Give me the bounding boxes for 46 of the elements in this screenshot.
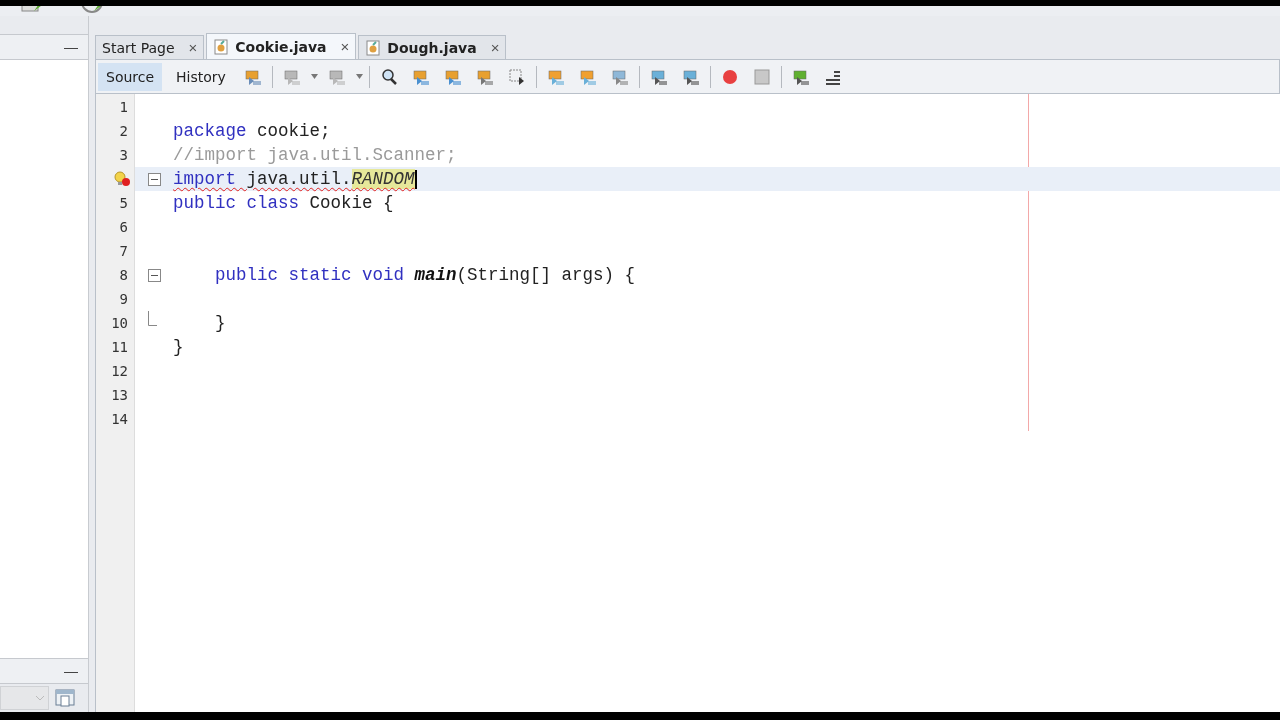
code-line: import java.util.RANDOM bbox=[173, 168, 417, 190]
tab-label: Cookie.java bbox=[235, 38, 327, 55]
line-number: 7 bbox=[119, 243, 128, 259]
view-button[interactable]: Source bbox=[98, 62, 163, 91]
code-line: //import java.util.Scanner; bbox=[173, 144, 457, 166]
line-number: 6 bbox=[119, 219, 128, 235]
line-number: 13 bbox=[111, 387, 128, 403]
stop-icon[interactable] bbox=[752, 67, 771, 86]
minimize-button[interactable]: — bbox=[62, 39, 80, 55]
file-icon bbox=[365, 39, 382, 56]
line-number: 14 bbox=[111, 411, 128, 427]
code-line: public static void main(String[] args) { bbox=[214, 264, 636, 286]
line-number: 5 bbox=[119, 195, 128, 211]
line-number: 8 bbox=[119, 267, 128, 283]
select-icon[interactable] bbox=[507, 67, 526, 86]
tab-label: Dough.java bbox=[387, 39, 477, 56]
code-line: } bbox=[173, 336, 184, 358]
code-line: public class Cookie { bbox=[173, 192, 394, 214]
editor-tab[interactable]: Start Page × bbox=[95, 35, 205, 59]
close-button[interactable]: × bbox=[188, 39, 198, 56]
editor-tab[interactable]: Cookie.java × bbox=[206, 33, 357, 59]
fold-icon[interactable] bbox=[147, 172, 161, 186]
line-number: 3 bbox=[119, 147, 128, 163]
close-button[interactable]: × bbox=[340, 38, 350, 55]
code-line: package cookie; bbox=[173, 120, 331, 142]
tab-label: Start Page bbox=[102, 39, 175, 56]
caret-icon[interactable] bbox=[310, 74, 318, 79]
close-button[interactable]: × bbox=[490, 39, 500, 56]
record-icon[interactable] bbox=[720, 67, 739, 86]
find-icon[interactable] bbox=[379, 67, 398, 86]
error-hint-icon[interactable] bbox=[114, 171, 130, 187]
window-icon[interactable] bbox=[53, 688, 77, 708]
code-line: } bbox=[214, 312, 226, 334]
file-icon bbox=[213, 38, 230, 55]
line-number: 12 bbox=[111, 363, 128, 379]
caret-icon[interactable] bbox=[355, 74, 363, 79]
line-number: 1 bbox=[119, 99, 128, 115]
fold-icon[interactable] bbox=[147, 268, 161, 282]
editor-tab[interactable]: Dough.java × bbox=[358, 35, 507, 59]
view-button[interactable]: History bbox=[168, 62, 234, 91]
line-number: 2 bbox=[119, 123, 128, 139]
minimize-button[interactable]: — bbox=[62, 663, 80, 679]
chevron-icon bbox=[35, 695, 45, 701]
line-number: 10 bbox=[111, 315, 128, 331]
line-number: 11 bbox=[111, 339, 128, 355]
line-number: 9 bbox=[119, 291, 128, 307]
